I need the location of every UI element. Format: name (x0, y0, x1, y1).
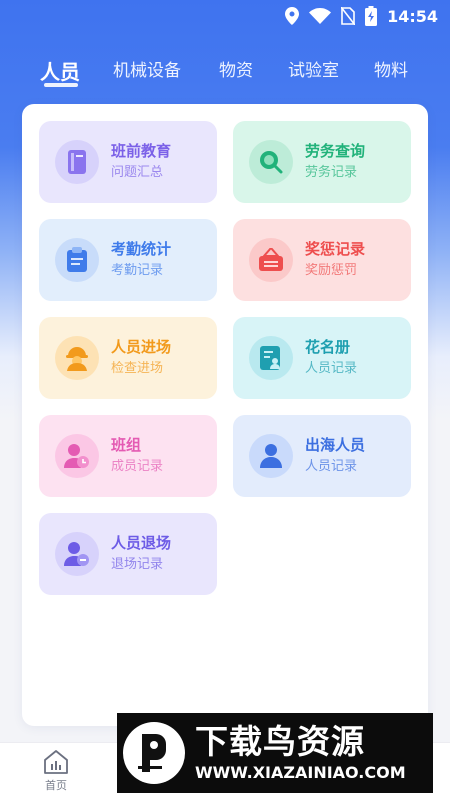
card-subtitle: 人员记录 (305, 361, 358, 376)
search-icon (249, 140, 293, 184)
watermark-title: 下载鸟资源 (195, 722, 365, 761)
card-pre-shift-education[interactable]: 班前教育 问题汇总 (39, 121, 217, 203)
user-icon (249, 434, 293, 478)
home-chart-icon (44, 750, 68, 774)
card-personnel-entry[interactable]: 人员进场 检查进场 (39, 317, 217, 399)
card-title: 花名册 (305, 338, 351, 356)
card-subtitle: 人员记录 (305, 459, 358, 474)
card-labor-query[interactable]: 劳务查询 劳务记录 (233, 121, 411, 203)
sign-board-icon (249, 238, 293, 282)
tab-supplies[interactable]: 物料 (374, 56, 408, 81)
book-icon (55, 140, 99, 184)
user-clock-icon (55, 434, 99, 478)
tab-materials[interactable]: 物资 (219, 56, 253, 81)
card-personnel-exit[interactable]: 人员退场 退场记录 (39, 513, 217, 595)
watermark-url: WWW.XIAZAINIAO.COM (195, 763, 406, 782)
nav-home-label: 首页 (45, 779, 67, 792)
card-subtitle: 成员记录 (111, 459, 164, 474)
status-bar: 14:54 (0, 0, 450, 32)
card-title: 劳务查询 (305, 142, 366, 160)
nav-home[interactable]: 首页 (36, 749, 76, 793)
card-offshore-personnel[interactable]: 出海人员 人员记录 (233, 415, 411, 497)
card-title: 班组 (111, 436, 142, 454)
wifi-icon (309, 8, 332, 24)
card-rewards-penalties[interactable]: 奖惩记录 奖励惩罚 (233, 219, 411, 301)
location-icon (285, 7, 300, 25)
status-time: 14:54 (387, 6, 438, 26)
card-subtitle: 考勤记录 (111, 263, 164, 278)
battery-charging-icon (365, 6, 378, 26)
card-title: 考勤统计 (111, 240, 172, 258)
bird-logo-icon (123, 722, 185, 784)
function-panel: 班前教育 问题汇总 劳务查询 劳务记录 考勤统计 考勤记录 奖惩记录 奖励惩罚 (22, 104, 428, 726)
tab-personnel[interactable]: 人员 (40, 56, 80, 85)
clipboard-icon (55, 238, 99, 282)
card-title: 人员退场 (111, 534, 172, 552)
card-title: 出海人员 (305, 436, 366, 454)
card-team[interactable]: 班组 成员记录 (39, 415, 217, 497)
card-subtitle: 问题汇总 (111, 165, 164, 180)
no-sim-icon (341, 7, 356, 25)
worker-helmet-icon (55, 336, 99, 380)
roster-icon (249, 336, 293, 380)
card-title: 奖惩记录 (305, 240, 366, 258)
card-title: 人员进场 (111, 338, 172, 356)
card-attendance-statistics[interactable]: 考勤统计 考勤记录 (39, 219, 217, 301)
tab-laboratory[interactable]: 试验室 (288, 56, 339, 81)
card-roster[interactable]: 花名册 人员记录 (233, 317, 411, 399)
tab-machinery[interactable]: 机械设备 (113, 56, 181, 81)
card-subtitle: 检查进场 (111, 361, 164, 376)
user-exit-icon (55, 532, 99, 576)
card-title: 班前教育 (111, 142, 172, 160)
card-subtitle: 奖励惩罚 (305, 263, 358, 278)
card-subtitle: 退场记录 (111, 557, 164, 572)
card-subtitle: 劳务记录 (305, 165, 358, 180)
watermark-banner: 下载鸟资源 WWW.XIAZAINIAO.COM (117, 713, 433, 793)
active-tab-indicator (44, 83, 78, 87)
